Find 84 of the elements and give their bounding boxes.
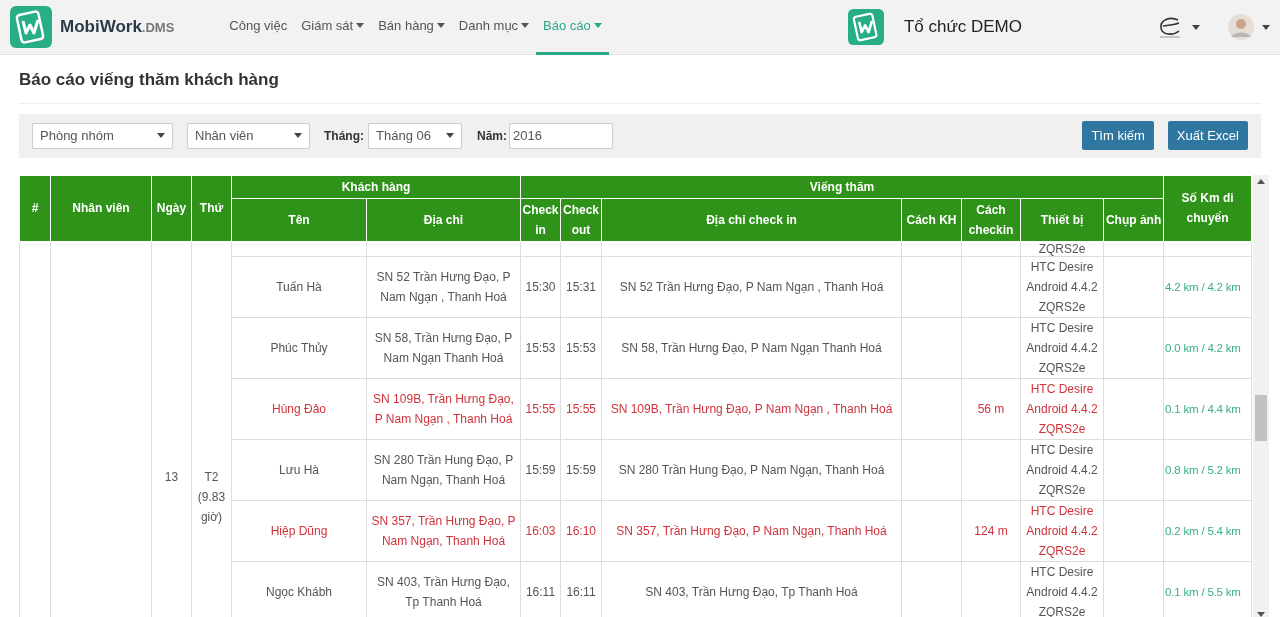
select-field[interactable]: Nhân viên <box>187 122 310 149</box>
column-header: Tên <box>231 198 367 241</box>
table-cell: SN 280 Trần Hung Đạo, P Nam Ngạn, Thanh Hoá <box>366 439 521 500</box>
column-header: Địa chỉ <box>366 198 521 241</box>
table-cell: Phúc Thủy <box>231 317 367 378</box>
column-header: Cách KH <box>901 198 962 241</box>
column-header: Ngày <box>151 175 192 241</box>
column-header: Check in <box>520 198 561 241</box>
field-label: Tháng: <box>324 127 364 145</box>
table-cell: 0.1 km / 4.4 km <box>1163 378 1252 439</box>
table-cell: Tuấn Hà <box>231 256 367 317</box>
table-cell: 0.1 km / 5.5 km <box>1163 561 1252 617</box>
table-cell: SN 109B, Trần Hưng Đạo, P Nam Ngạn , Thanh Hoá <box>366 378 521 439</box>
table-cell: 15:31 <box>560 256 602 317</box>
table-cell: 4.2 km / 4.2 km <box>1163 256 1252 317</box>
avatar-icon <box>1228 14 1254 40</box>
table-cell: 15:59 <box>520 439 561 500</box>
column-header: Thiết bị <box>1020 198 1104 241</box>
table-cell: 15:59 <box>560 439 602 500</box>
column-header: Cách checkin <box>961 198 1021 241</box>
table-cell: SN 52 Trần Hưng Đạo, P Nam Ngạn , Thanh Hoá <box>366 256 521 317</box>
column-header: Check out <box>560 198 602 241</box>
table-cell: SN 357, Trần Hưng Đạo, P Nam Ngạn, Thanh Hoá <box>601 500 902 561</box>
column-header: Nhân viên <box>50 175 152 241</box>
search-button[interactable]: Tìm kiếm <box>1082 121 1154 150</box>
table-cell: HTC Desire Android 4.4.2 ZQRS2e <box>1020 378 1104 439</box>
column-header: # <box>19 175 51 241</box>
select-field[interactable]: Phòng nhóm <box>32 122 173 149</box>
table-cell: 56 m <box>961 378 1021 439</box>
caret-icon <box>1262 24 1270 30</box>
table-cell: SN 58, Trần Hưng Đạo, P Nam Ngạn Thanh Hoá <box>366 317 521 378</box>
table-cell: Lưu Hà <box>231 439 367 500</box>
table-cell: Hiệp Dũng <box>231 500 367 561</box>
user-menu[interactable] <box>1228 14 1270 40</box>
export-button[interactable]: Xuất Excel <box>1167 121 1248 150</box>
table-cell: Hùng Đảo <box>231 378 367 439</box>
table-cell: 124 m <box>961 500 1021 561</box>
column-header: Địa chỉ check in <box>601 198 902 241</box>
table-cell: SN 280 Trần Hung Đạo, P Nam Ngạn, Thanh Hoá <box>601 439 902 500</box>
logo-icon <box>10 6 52 48</box>
table-cell: HTC Desire Android 4.4.2 ZQRS2e <box>1020 439 1104 500</box>
nav-item[interactable]: Bán hàng <box>371 0 452 55</box>
scrollbar[interactable] <box>1253 174 1270 617</box>
nav-item[interactable]: Danh mục <box>451 0 537 55</box>
table-cell: ZQRS2e <box>1020 241 1104 256</box>
table-cell: 16:03 <box>520 500 561 561</box>
page-title: Báo cáo viếng thăm khách hàng <box>19 67 1261 104</box>
table-cell: SN 109B, Trần Hưng Đạo, P Nam Ngạn , Thanh Hoá <box>601 378 902 439</box>
table-cell: 16:10 <box>560 500 602 561</box>
table-cell: 0.2 km / 5.4 km <box>1163 500 1252 561</box>
table-cell: 15:55 <box>520 378 561 439</box>
caret-icon <box>521 23 530 28</box>
column-header: Số Km di chuyển <box>1163 175 1252 241</box>
caret-icon <box>356 23 365 28</box>
table-cell: 15:30 <box>520 256 561 317</box>
brand-name: MobiWork.DMS <box>60 16 175 39</box>
table-cell: SN 52 Trần Hưng Đạo, P Nam Ngạn , Thanh Hoá <box>601 256 902 317</box>
select-field[interactable]: Tháng 06 <box>368 122 462 149</box>
table-cell: HTC Desire Android 4.4.2 ZQRS2e <box>1020 500 1104 561</box>
table-cell: HTC Desire Android 4.4.2 ZQRS2e <box>1020 317 1104 378</box>
table-cell: 15:55 <box>560 378 602 439</box>
column-header: Viếng thăm <box>520 175 1164 198</box>
organization-name: Tổ chức DEMO <box>903 16 1022 39</box>
table-cell: 0.0 km / 4.2 km <box>1163 317 1252 378</box>
table-cell: 15:53 <box>520 317 561 378</box>
caret-icon <box>436 23 445 28</box>
field-label: Năm: <box>477 127 507 145</box>
table-cell: 0.8 km / 5.2 km <box>1163 439 1252 500</box>
table-cell: 15:53 <box>560 317 602 378</box>
table-cell: SN 58, Trần Hưng Đạo, P Nam Ngạn Thanh Hoá <box>601 317 902 378</box>
caret-icon <box>157 133 165 138</box>
nav-item[interactable]: Công việc <box>222 0 295 55</box>
nav-item[interactable]: Giám sát <box>294 0 372 55</box>
column-header: Thứ <box>191 175 232 241</box>
column-header: Khách hàng <box>231 175 521 198</box>
logo-icon <box>847 9 884 45</box>
table-cell: SN 357, Trần Hưng Đạo, P Nam Ngạn, Thanh Hoá <box>366 500 521 561</box>
caret-icon <box>446 133 454 138</box>
column-header: Chụp ảnh <box>1103 198 1164 241</box>
table-cell: HTC Desire Android 4.4.2 ZQRS2e <box>1020 256 1104 317</box>
caret-icon <box>294 133 302 138</box>
year-field[interactable]: 2016 <box>509 122 613 149</box>
caret-icon <box>593 23 602 28</box>
caret-icon <box>1192 24 1200 30</box>
